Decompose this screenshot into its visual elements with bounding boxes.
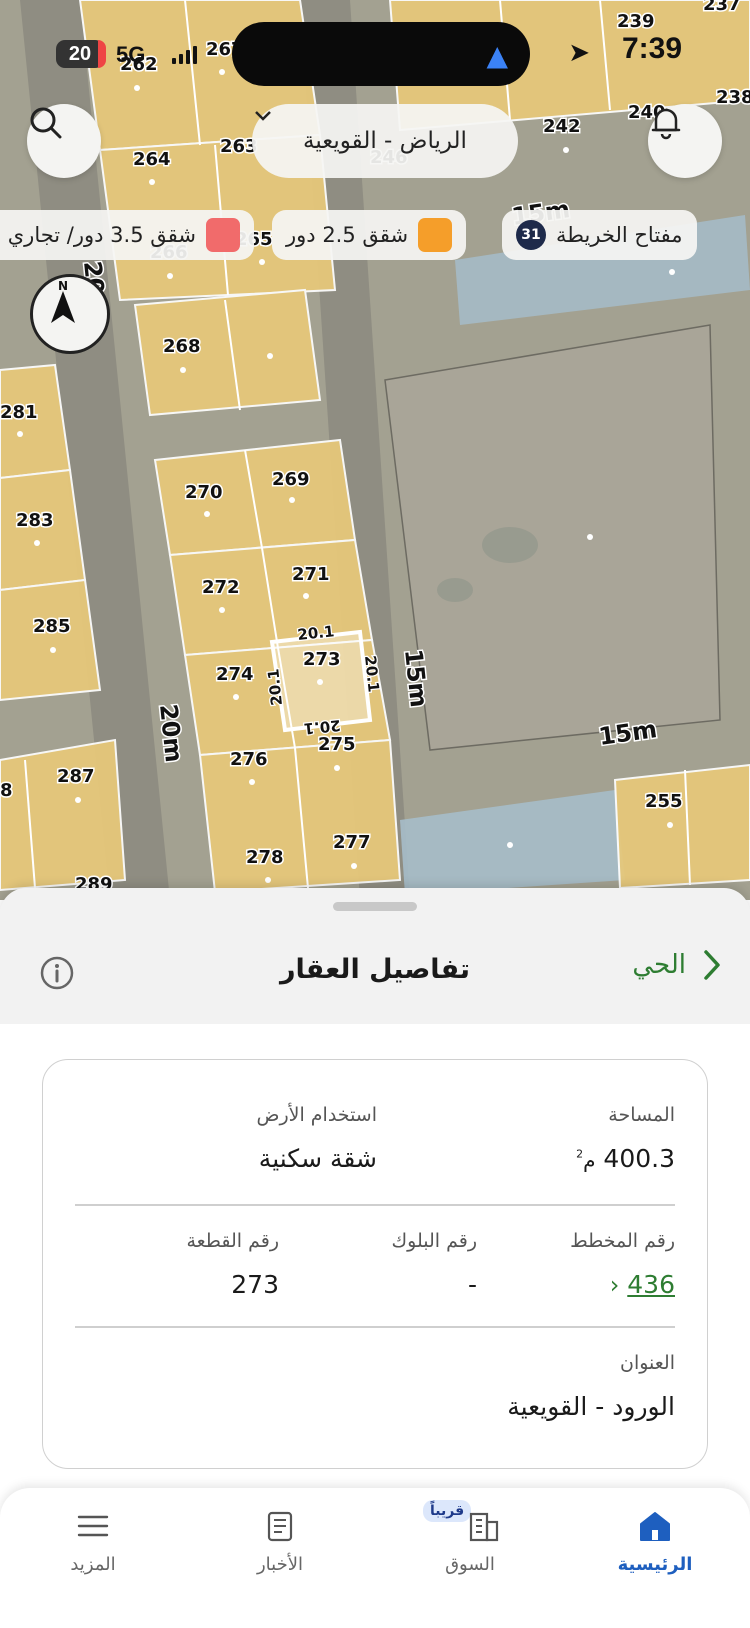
block-label: رقم البلوك [391, 1230, 477, 1252]
tab-label: الأخبار [256, 1554, 303, 1575]
plan-field: رقم المخطط 436 ‹ [570, 1230, 675, 1299]
legend-swatch [418, 218, 453, 252]
notifications-button[interactable] [648, 104, 722, 178]
open-land [384, 324, 721, 751]
plot-number: 272 [202, 577, 240, 598]
search-button[interactable] [27, 104, 101, 178]
plot-number: 274 [216, 664, 254, 685]
map-key-button[interactable]: مفتاح الخريطة 31 [502, 210, 697, 260]
block-value: - [467, 1270, 477, 1299]
plan-label: رقم المخطط [570, 1230, 675, 1252]
status-bar: 20 5G ▲ ➤ 7:39 [0, 0, 750, 110]
vegetation-patch [437, 578, 473, 602]
plan-link[interactable]: 436 ‹ [570, 1270, 675, 1299]
legend-item-label: شقق 2.5 دور [286, 223, 409, 247]
location-arrow-icon: ➤ [568, 38, 590, 68]
clock: 7:39 [621, 32, 682, 65]
city-selector-label: الرياض - القويعية [303, 128, 467, 154]
address-value: الورود - القويعية [507, 1392, 675, 1421]
area-value: 400.3 م2 [576, 1144, 675, 1173]
map-key-label: مفتاح الخريطة [556, 223, 683, 247]
tab-label: الرئيسية [617, 1554, 693, 1575]
bell-icon [651, 108, 681, 140]
plot-number: 287 [57, 766, 95, 787]
bottom-tab-bar: الرئيسية قريباً السوق الأخبار المزيد [0, 1488, 750, 1628]
divider [75, 1204, 675, 1206]
plot-number: 283 [16, 510, 54, 531]
coming-soon-badge: قريباً [423, 1500, 472, 1522]
compass-icon: N [51, 279, 75, 323]
tab-label: المزيد [70, 1554, 116, 1575]
plot-number: 269 [272, 469, 310, 490]
city-selector[interactable]: الرياض - القويعية [252, 104, 518, 178]
signal-icon [172, 44, 197, 64]
news-icon [267, 1511, 293, 1542]
legend-item-apartments-3-5[interactable]: شقق 3.5 دور/ تجاري [0, 210, 254, 260]
legend-swatch [206, 218, 240, 252]
map-key-count: 31 [516, 220, 546, 250]
plot-number: 268 [163, 336, 201, 357]
plot-number: 255 [645, 791, 683, 812]
sheet-grabber[interactable] [333, 902, 417, 911]
navigation-arrow-icon: ▲ [486, 39, 508, 72]
plot-number-field: رقم القطعة 273 [186, 1230, 279, 1299]
tab-news[interactable]: الأخبار [215, 1488, 345, 1608]
tab-label: السوق [445, 1554, 495, 1575]
district-link-label: الحي [632, 950, 686, 980]
address-label: العنوان [619, 1352, 675, 1374]
menu-icon [77, 1515, 109, 1537]
vegetation-patch [482, 527, 538, 563]
plot-number-value: 273 [231, 1270, 279, 1299]
plot-dimension: 20.1 [303, 716, 342, 738]
plot-number: 242 [543, 116, 581, 137]
district-link[interactable]: الحي [632, 948, 722, 982]
plot-number: 264 [133, 149, 171, 170]
network-type: 5G [116, 42, 146, 67]
home-icon [640, 1512, 670, 1541]
plot-dimension: 20.1 [264, 668, 286, 707]
plot-number: 276 [230, 749, 268, 770]
sheet-header: تفاصيل العقار الحي [0, 938, 750, 1008]
map-view[interactable]: 239 237 238 240 242 262 267 264 263 246 … [0, 0, 750, 900]
plot-number: 270 [185, 482, 223, 503]
compass-north-label: N [58, 279, 68, 293]
plot-number: 271 [292, 564, 330, 585]
address-field: العنوان الورود - القويعية [507, 1352, 675, 1421]
search-icon [30, 107, 62, 139]
plot-number: 281 [0, 402, 38, 423]
plot-number: 277 [333, 832, 371, 853]
plot-number: 273 [303, 649, 341, 670]
plot-number-label: رقم القطعة [186, 1230, 279, 1252]
dynamic-island: ▲ [232, 22, 530, 86]
block-field: رقم البلوك - [391, 1230, 477, 1299]
plot-number: 278 [246, 847, 284, 868]
plot-number: 275 [318, 734, 356, 755]
tab-more[interactable]: المزيد [28, 1488, 158, 1608]
battery-indicator: 20 [56, 40, 106, 68]
property-info-card: المساحة 400.3 م2 استخدام الأرض شقة سكنية… [42, 1059, 708, 1469]
chevron-right-icon [704, 950, 720, 980]
divider [75, 1326, 675, 1328]
plot-dimension: 20.1 [361, 655, 383, 694]
legend-item-apartments-2-5[interactable]: شقق 2.5 دور [272, 210, 467, 260]
land-use-label: استخدام الأرض [256, 1104, 377, 1126]
plot-number: 8 [0, 780, 13, 801]
area-field: المساحة 400.3 م2 [576, 1104, 675, 1173]
land-use-value: شقة سكنية [258, 1144, 377, 1173]
chevron-down-icon [255, 111, 271, 121]
plot-dimension: 20.1 [297, 622, 336, 644]
area-label: المساحة [608, 1104, 675, 1126]
chevron-left-icon: ‹ [609, 1271, 620, 1299]
legend-item-label: شقق 3.5 دور/ تجاري [7, 223, 196, 247]
tab-home[interactable]: الرئيسية [590, 1488, 720, 1608]
compass-button[interactable]: N [30, 274, 110, 354]
plot-number: 285 [33, 616, 71, 637]
building-icon [469, 1512, 499, 1542]
land-use-field: استخدام الأرض شقة سكنية [256, 1104, 377, 1173]
tab-market[interactable]: قريباً السوق [405, 1488, 535, 1608]
